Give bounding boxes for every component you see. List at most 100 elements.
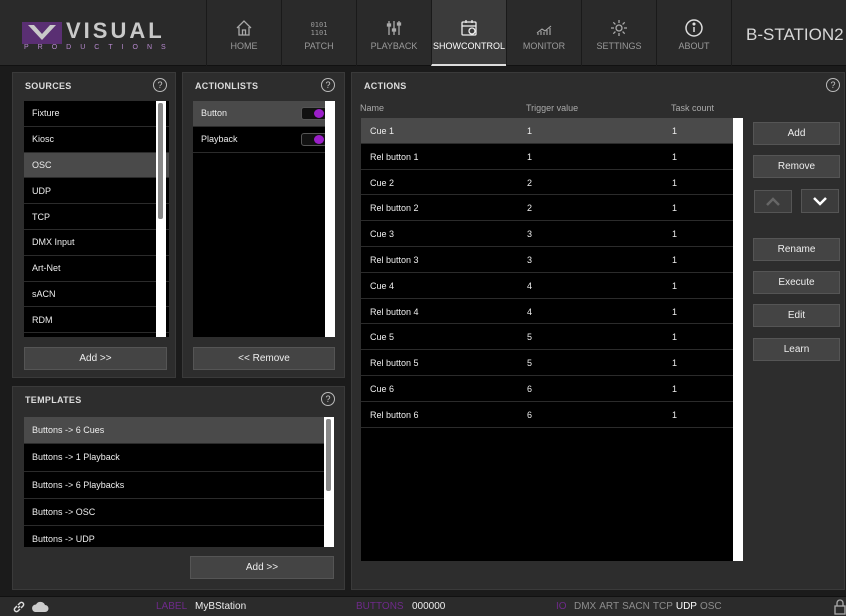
status-label-value: MyBStation — [195, 601, 247, 612]
list-item[interactable]: Button — [193, 101, 335, 127]
cloud-icon[interactable] — [30, 600, 50, 614]
calendar-icon — [461, 20, 477, 36]
table-row[interactable]: Rel button 551 — [361, 350, 743, 376]
rename-action-button[interactable]: Rename — [753, 238, 840, 261]
remove-action-button[interactable]: Remove — [753, 155, 840, 178]
table-row[interactable]: Rel button 331 — [361, 247, 743, 273]
list-item[interactable]: UDP — [24, 178, 169, 205]
info-icon — [685, 19, 703, 37]
home-icon — [236, 20, 252, 36]
sources-scrollbar[interactable] — [156, 101, 166, 337]
actionlists-panel: ACTIONLISTS ? Button Playback << Remove — [182, 72, 345, 378]
table-row[interactable]: Cue 331 — [361, 221, 743, 247]
actions-table: Cue 111 Rel button 111 Cue 221 Rel butto… — [361, 118, 743, 561]
list-item[interactable]: Playback — [193, 127, 335, 153]
actionlists-title: ACTIONLISTS — [195, 81, 259, 91]
link-icon[interactable] — [12, 600, 26, 614]
move-up-button[interactable] — [754, 190, 792, 213]
templates-title: TEMPLATES — [25, 395, 82, 405]
table-row[interactable]: Rel button 221 — [361, 195, 743, 222]
templates-scroll-thumb[interactable] — [326, 419, 331, 491]
list-item[interactable]: Buttons -> UDP — [24, 526, 324, 547]
protocol-sacn: SACN — [622, 601, 650, 612]
list-item[interactable]: sACN — [24, 282, 169, 308]
actionlists-remove-button[interactable]: << Remove — [193, 347, 335, 370]
sources-scroll-thumb[interactable] — [158, 103, 163, 219]
actionlists-scrollbar[interactable] — [325, 101, 335, 337]
actionlists-help-icon[interactable]: ? — [321, 78, 335, 92]
nav-about[interactable]: ABOUT — [656, 0, 731, 66]
sources-panel: SOURCES ? Fixture Kiosc OSC UDP TCP DMX … — [12, 72, 176, 378]
nav-home[interactable]: HOME — [206, 0, 281, 66]
list-item[interactable]: DMX Input — [24, 230, 169, 256]
top-bar: VISUAL PRODUCTIONS HOME 0101 1101 PATCH P… — [0, 0, 846, 66]
templates-scrollbar[interactable] — [324, 417, 334, 547]
logo: VISUAL PRODUCTIONS — [22, 18, 172, 52]
sources-title: SOURCES — [25, 81, 72, 91]
move-down-button[interactable] — [801, 189, 839, 213]
templates-panel: TEMPLATES ? Buttons -> 6 Cues Buttons ->… — [12, 386, 345, 590]
actions-help-icon[interactable]: ? — [826, 78, 840, 92]
protocol-udp: UDP — [675, 601, 697, 612]
templates-list: Buttons -> 6 Cues Buttons -> 1 Playback … — [24, 417, 324, 547]
nav-monitor[interactable]: MONITOR — [506, 0, 581, 66]
logo-sub: PRODUCTIONS — [24, 44, 175, 51]
table-row[interactable]: Rel button 441 — [361, 299, 743, 325]
column-header-trigger: Trigger value — [526, 103, 579, 113]
gear-icon — [611, 20, 627, 36]
list-item[interactable]: Buttons -> 1 Playback — [24, 444, 324, 472]
templates-add-button[interactable]: Add >> — [190, 556, 334, 579]
list-item[interactable]: Kiosc — [24, 127, 169, 153]
chevron-up-icon — [766, 196, 780, 206]
list-item[interactable]: Buttons -> 6 Playbacks — [24, 472, 324, 499]
table-row[interactable]: Cue 441 — [361, 273, 743, 299]
status-io-label: IO — [556, 601, 567, 612]
status-bar: LABEL MyBStation BUTTONS 000000 IO DMX AR… — [0, 596, 846, 616]
logo-mark-icon — [22, 22, 62, 44]
actions-scrollbar[interactable] — [733, 118, 743, 561]
execute-action-button[interactable]: Execute — [753, 271, 840, 294]
nav-showcontrol[interactable]: SHOWCONTROL — [431, 0, 506, 66]
add-action-button[interactable]: Add — [753, 122, 840, 145]
nav-patch[interactable]: 0101 1101 PATCH — [281, 0, 356, 66]
list-item[interactable]: Art-Net — [24, 256, 169, 282]
table-row[interactable]: Rel button 111 — [361, 144, 743, 170]
lock-icon[interactable] — [834, 599, 846, 615]
status-protocols: DMX ART SACN TCP UDP OSC — [574, 601, 725, 612]
table-row[interactable]: Cue 661 — [361, 376, 743, 402]
actions-panel: ACTIONS ? Name Trigger value Task count … — [351, 72, 845, 590]
table-row[interactable]: Rel button 661 — [361, 402, 743, 428]
list-item[interactable]: Buttons -> OSC — [24, 499, 324, 527]
sources-help-icon[interactable]: ? — [153, 78, 167, 92]
table-row[interactable]: Cue 551 — [361, 324, 743, 351]
actionlists-list: Button Playback — [193, 101, 335, 337]
actions-title: ACTIONS — [364, 81, 407, 91]
sources-list: Fixture Kiosc OSC UDP TCP DMX Input Art-… — [24, 101, 169, 337]
templates-help-icon[interactable]: ? — [321, 392, 335, 406]
protocol-tcp: TCP — [652, 601, 673, 612]
table-row[interactable]: Cue 111 — [361, 118, 743, 144]
list-item[interactable]: Fixture — [24, 101, 169, 127]
logo-word: VISUAL — [66, 18, 165, 43]
actionlist-enable-toggle[interactable] — [301, 132, 327, 146]
status-label-label: LABEL — [156, 601, 188, 612]
nav-playback[interactable]: PLAYBACK — [356, 0, 431, 66]
sources-add-button[interactable]: Add >> — [24, 347, 167, 370]
list-item[interactable]: RDM — [24, 307, 169, 334]
learn-action-button[interactable]: Learn — [753, 338, 840, 361]
list-item[interactable]: TCP — [24, 204, 169, 230]
column-header-taskcount: Task count — [671, 103, 715, 113]
protocol-art: ART — [599, 601, 620, 612]
list-item[interactable]: OSC — [24, 152, 169, 179]
nav-settings[interactable]: SETTINGS — [581, 0, 656, 66]
edit-action-button[interactable]: Edit — [753, 304, 840, 327]
actionlist-enable-toggle[interactable] — [301, 107, 327, 120]
protocol-dmx: DMX — [574, 601, 597, 612]
status-buttons-value: 000000 — [412, 601, 446, 612]
table-row[interactable]: Cue 221 — [361, 170, 743, 196]
binary-icon: 0101 1101 — [310, 21, 328, 37]
device-name: B-STATION2 — [746, 25, 844, 44]
list-item[interactable]: Buttons -> 6 Cues — [24, 417, 324, 445]
protocol-osc: OSC — [699, 601, 722, 612]
chevron-down-icon — [813, 197, 827, 206]
